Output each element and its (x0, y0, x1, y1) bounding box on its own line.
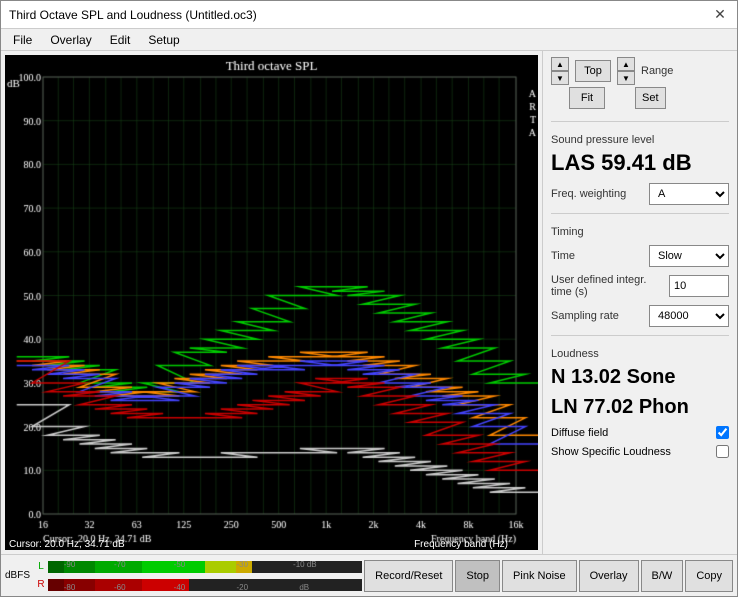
top-down-btn[interactable]: ▼ (551, 71, 569, 85)
loudness-section-label: Loudness (551, 348, 729, 360)
copy-button[interactable]: Copy (685, 560, 733, 592)
cursor-info: Cursor: 20.0 Hz, 34.71 dB (9, 539, 125, 550)
diffuse-field-row: Diffuse field (551, 426, 729, 439)
action-buttons: Record/Reset Stop Pink Noise Overlay B/W… (364, 560, 733, 592)
chart-area: Cursor: 20.0 Hz, 34.71 dB Frequency band… (5, 55, 538, 550)
level-row-L: L -90 -70 -50 -30 -10 dB (36, 559, 362, 575)
level-bar-R: -80 -60 -40 -20 dB (48, 579, 362, 591)
range-up-btn[interactable]: ▲ (617, 57, 635, 71)
divider-3 (551, 335, 729, 336)
level-row-R: R -80 -60 -40 -20 dB (36, 577, 362, 593)
range-btn-group: ▲ ▼ (617, 57, 635, 85)
top-button[interactable]: Top (575, 60, 611, 82)
time-select[interactable]: Slow Fast Impulse (649, 245, 729, 267)
freq-band-label: Frequency band (Hz) (414, 539, 508, 550)
bottom-bar: dBFS L -90 -70 -50 -30 -10 dB (1, 554, 737, 596)
user-defined-label: User defined integr. time (s) (551, 274, 667, 298)
record-reset-button[interactable]: Record/Reset (364, 560, 453, 592)
menu-overlay[interactable]: Overlay (42, 31, 99, 48)
freq-weighting-select[interactable]: A C Z (649, 183, 729, 205)
menu-setup[interactable]: Setup (140, 31, 187, 48)
menu-bar: File Overlay Edit Setup (1, 29, 737, 51)
fit-button[interactable]: Fit (569, 87, 605, 109)
level-meter: L -90 -70 -50 -30 -10 dB R (36, 559, 362, 593)
level-bar-L: -90 -70 -50 -30 -10 dB (48, 561, 362, 573)
spl-value: LAS 59.41 dB (551, 150, 729, 176)
freq-weighting-label: Freq. weighting (551, 188, 626, 200)
top-up-btn[interactable]: ▲ (551, 57, 569, 71)
nav-row-top: ▲ ▼ Top ▲ ▼ Range (551, 57, 729, 85)
menu-file[interactable]: File (5, 31, 40, 48)
time-label: Time (551, 250, 575, 262)
spl-section-label: Sound pressure level (551, 134, 729, 146)
stop-button[interactable]: Stop (455, 560, 500, 592)
top-btn-group: ▲ ▼ (551, 57, 569, 85)
bw-button[interactable]: B/W (641, 560, 684, 592)
window-title: Third Octave SPL and Loudness (Untitled.… (9, 8, 257, 22)
dbfs-label: dBFS (5, 570, 30, 581)
title-bar: Third Octave SPL and Loudness (Untitled.… (1, 1, 737, 29)
show-specific-checkbox[interactable] (716, 445, 729, 458)
range-down-btn[interactable]: ▼ (617, 71, 635, 85)
range-label: Range (641, 65, 673, 77)
show-specific-label: Show Specific Loudness (551, 446, 671, 458)
show-specific-row: Show Specific Loudness (551, 445, 729, 458)
divider-1 (551, 121, 729, 122)
nav-row-fit: Fit Set (569, 87, 729, 109)
sampling-rate-label: Sampling rate (551, 310, 619, 322)
freq-weighting-row: Freq. weighting A C Z (551, 183, 729, 205)
main-content: Cursor: 20.0 Hz, 34.71 dB Frequency band… (1, 51, 737, 554)
set-button[interactable]: Set (635, 87, 666, 109)
user-defined-row: User defined integr. time (s) (551, 274, 729, 298)
time-row: Time Slow Fast Impulse (551, 245, 729, 267)
timing-section-label: Timing (551, 226, 729, 238)
loudness-ln-value: LN 77.02 Phon (551, 394, 729, 420)
divider-2 (551, 213, 729, 214)
level-channel-L: L (36, 561, 46, 572)
sampling-rate-row: Sampling rate 48000 44100 96000 (551, 305, 729, 327)
nav-controls: ▲ ▼ Top ▲ ▼ Range Fit Set (551, 57, 729, 109)
sampling-rate-select[interactable]: 48000 44100 96000 (649, 305, 729, 327)
level-channel-R: R (36, 579, 46, 590)
main-window: Third Octave SPL and Loudness (Untitled.… (0, 0, 738, 597)
pink-noise-button[interactable]: Pink Noise (502, 560, 577, 592)
close-button[interactable]: ✕ (711, 6, 729, 24)
diffuse-field-checkbox[interactable] (716, 426, 729, 439)
right-panel: ▲ ▼ Top ▲ ▼ Range Fit Set (542, 51, 737, 554)
chart-canvas (5, 55, 538, 550)
overlay-button[interactable]: Overlay (579, 560, 639, 592)
loudness-n-value: N 13.02 Sone (551, 364, 729, 390)
user-defined-input[interactable] (669, 275, 729, 297)
diffuse-field-label: Diffuse field (551, 427, 608, 439)
menu-edit[interactable]: Edit (102, 31, 139, 48)
